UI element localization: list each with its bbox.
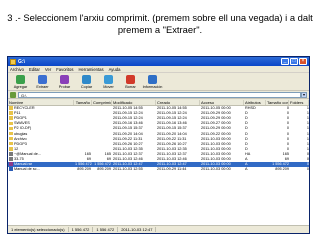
status-selected: 1 elemento(s) seleccionado(s)	[8, 227, 69, 232]
file-name: SWAVES	[14, 121, 30, 126]
column-header[interactable]: Atributos	[244, 100, 266, 105]
archive-manager-window: G:\ _ □ × Archivo Editar Ver Favoritos Herra…	[7, 56, 310, 234]
cell-sol: 895 209	[275, 167, 289, 172]
folder-icon	[9, 111, 13, 115]
column-header[interactable]: Tamaño	[74, 100, 92, 105]
menu-item-editar[interactable]: Editar	[29, 67, 40, 72]
close-button[interactable]: ×	[299, 58, 307, 65]
file-icon	[9, 152, 13, 156]
file-icon	[9, 157, 13, 161]
file-name: 12	[14, 146, 19, 151]
app-icon	[10, 58, 16, 65]
menu-item-ayuda[interactable]: Ayuda	[109, 67, 121, 72]
copiar-button[interactable]: Copiar	[76, 75, 97, 89]
file-name-cell: Manual de sc...	[8, 167, 74, 172]
minimize-button[interactable]: _	[281, 58, 289, 65]
toolbar: Agregar Extraer Probar Copiar Mover Borrar Inf…	[8, 73, 309, 91]
file-name: P11	[14, 111, 21, 116]
agregar-label: Agregar	[13, 85, 28, 89]
cell-cre: 2011-09-29 11:44	[157, 167, 187, 172]
title-bar[interactable]: G:\ _ □ ×	[8, 57, 309, 66]
menu-bar: Archivo Editar Ver Favoritos Herramientas Ayu…	[8, 66, 309, 73]
file-name: Manual de sc...	[14, 167, 40, 172]
cell-attr: A	[245, 167, 248, 172]
mover-button[interactable]: Mover	[98, 75, 119, 89]
column-header[interactable]: Modificado	[112, 100, 156, 105]
file-icon	[9, 162, 13, 166]
file-name: ~@Manual de...	[14, 151, 41, 156]
extraer-button[interactable]: Extraer	[32, 75, 53, 89]
file-name: PDGP3	[14, 141, 27, 146]
mover-icon	[104, 75, 113, 84]
instruction-line-2: premem a "Extraer".	[117, 24, 203, 35]
menu-item-archivo[interactable]: Archivo	[10, 67, 24, 72]
maximize-button[interactable]: □	[290, 58, 298, 65]
mover-label: Mover	[103, 85, 114, 89]
informacin-label: Información	[142, 85, 163, 89]
column-header[interactable]: Folders	[289, 100, 309, 105]
cell-mod: 2011-10-03 12:55	[113, 167, 143, 172]
file-name: Archivo	[14, 136, 27, 141]
copiar-label: Copiar	[80, 85, 93, 89]
column-header[interactable]: Creado	[156, 100, 200, 105]
cell-acc: 2011-10-03 00:00	[201, 167, 231, 172]
chevron-down-icon[interactable]: ▾	[301, 91, 307, 98]
column-header[interactable]: Nombre	[8, 100, 74, 105]
folder-icon	[9, 141, 13, 146]
window-title: G:\	[18, 58, 25, 65]
probar-label: Probar	[58, 85, 71, 89]
address-bar: G:\ ▾	[8, 91, 309, 99]
up-folder-icon[interactable]	[10, 91, 16, 98]
cell-size: 895 209	[77, 167, 91, 172]
instruction-caption: 3 .- Seleccionem l'arxiu comprimit. (pre…	[6, 12, 314, 36]
instruction-line-1: 3 .- Seleccionem l'arxiu comprimit. (pre…	[7, 12, 313, 23]
column-header[interactable]: Acceso	[200, 100, 244, 105]
folder-icon	[9, 131, 13, 136]
extraer-label: Extraer	[36, 85, 49, 89]
menu-item-herramientas[interactable]: Herramientas	[78, 67, 103, 72]
menu-item-favoritos[interactable]: Favoritos	[56, 67, 73, 72]
informacin-icon	[148, 75, 157, 84]
status-date: 2011-10-03 12:47	[118, 227, 157, 232]
file-name: Manual.rar	[14, 162, 33, 167]
borrar-icon	[126, 75, 135, 84]
probar-button[interactable]: Probar	[54, 75, 75, 89]
menu-item-ver[interactable]: Ver	[45, 67, 51, 72]
cell-fol: 0	[306, 167, 309, 172]
table-row[interactable]: Manual de sc... 895 209 895 209 2011-10-03 …	[8, 167, 309, 172]
folder-icon	[9, 147, 13, 151]
file-name: ubuglas	[14, 131, 28, 136]
file-name: PDGP1	[14, 116, 27, 121]
borrar-label: Borrar	[125, 85, 136, 89]
agregar-icon	[16, 75, 25, 84]
status-packed: 1 556 472	[93, 227, 119, 232]
copiar-icon	[82, 75, 91, 84]
status-bar: 1 elemento(s) seleccionado(s) 1 556 472 …	[8, 225, 309, 233]
file-name: P2 IO-DF)	[14, 126, 32, 131]
cell-pack: 895 209	[97, 167, 111, 172]
file-name: RECYCLER	[14, 106, 35, 111]
folder-icon	[9, 106, 13, 110]
folder-icon	[9, 121, 13, 126]
file-list: NombreTamañoComprimidoModificadoCreadoAc…	[8, 100, 309, 226]
column-header[interactable]: Tamaño compri...	[266, 100, 289, 105]
file-name: 33-75	[14, 156, 24, 161]
address-field[interactable]: G:\	[18, 91, 301, 98]
borrar-button[interactable]: Borrar	[120, 75, 141, 89]
folder-icon	[9, 116, 13, 120]
file-icon	[9, 167, 13, 171]
extraer-icon	[38, 75, 47, 84]
folder-icon	[9, 126, 13, 131]
column-header[interactable]: Comprimido	[92, 100, 112, 105]
agregar-button[interactable]: Agregar	[10, 75, 31, 89]
probar-icon	[60, 75, 69, 84]
status-size: 1 556 472	[69, 227, 94, 232]
folder-icon	[9, 136, 13, 141]
informacin-button[interactable]: Información	[142, 75, 163, 89]
